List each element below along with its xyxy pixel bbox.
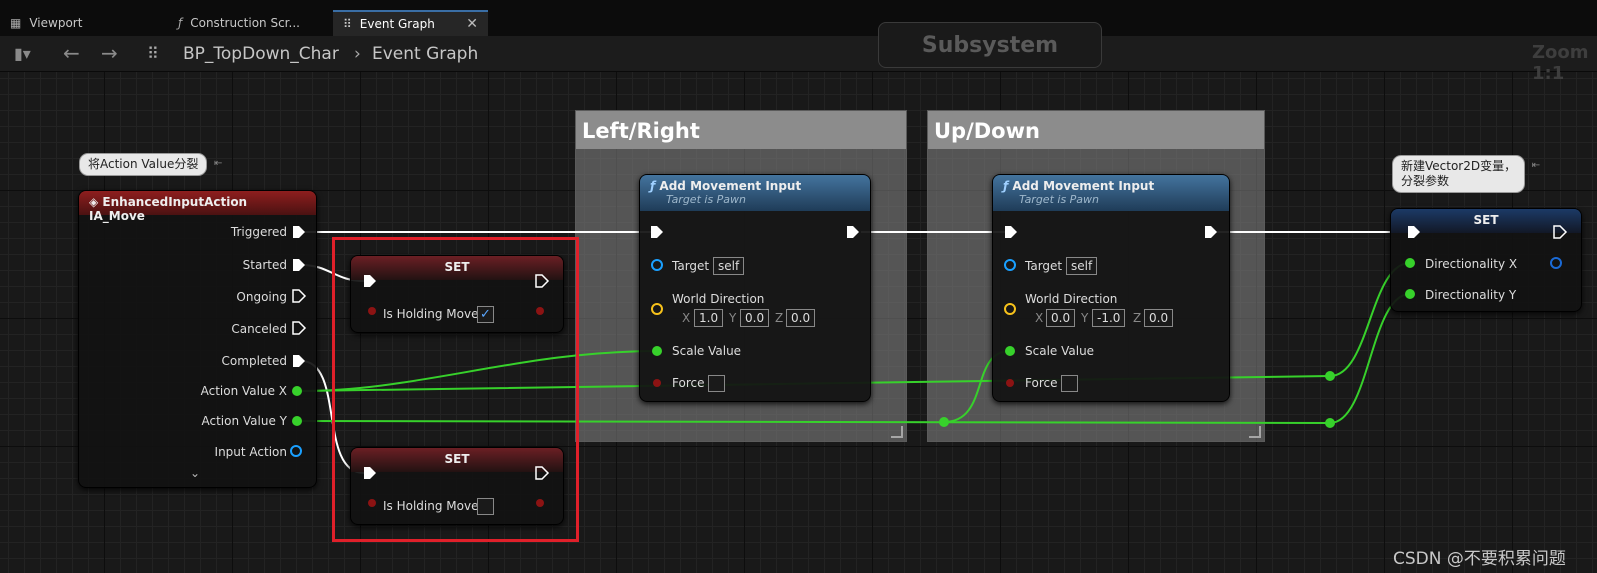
exec-pin[interactable] xyxy=(364,275,376,287)
exec-pin[interactable] xyxy=(292,321,307,335)
exec-pin[interactable] xyxy=(293,355,305,367)
bool-pin[interactable] xyxy=(368,307,376,315)
struct-pin[interactable] xyxy=(1550,257,1562,269)
exec-pin[interactable] xyxy=(535,466,550,480)
object-pin[interactable] xyxy=(651,259,663,271)
exec-pin[interactable] xyxy=(293,259,305,271)
exec-pin[interactable] xyxy=(1553,225,1568,239)
float-pin[interactable] xyxy=(292,416,302,426)
exec-pin[interactable] xyxy=(1005,226,1017,238)
exec-pin[interactable] xyxy=(292,289,307,303)
vector-pin[interactable] xyxy=(651,303,663,315)
object-pin[interactable] xyxy=(290,445,302,457)
bool-pin[interactable] xyxy=(1006,379,1014,387)
pin-layer xyxy=(290,225,1568,507)
bool-pin[interactable] xyxy=(536,307,544,315)
vector-pin[interactable] xyxy=(1004,303,1016,315)
float-pin[interactable] xyxy=(652,346,662,356)
exec-pin[interactable] xyxy=(847,226,859,238)
exec-pin[interactable] xyxy=(651,226,663,238)
bool-pin[interactable] xyxy=(368,499,376,507)
exec-pin[interactable] xyxy=(1205,226,1217,238)
exec-pin[interactable] xyxy=(364,467,376,479)
object-pin[interactable] xyxy=(1004,259,1016,271)
float-pin[interactable] xyxy=(292,386,302,396)
blueprint-editor: ▦ Viewport ƒ Construction Scr... ⠿ Event… xyxy=(0,0,1597,573)
float-pin[interactable] xyxy=(1005,346,1015,356)
float-pin[interactable] xyxy=(1405,289,1415,299)
bool-pin[interactable] xyxy=(536,499,544,507)
exec-pin[interactable] xyxy=(1408,226,1420,238)
bool-pin[interactable] xyxy=(653,379,661,387)
float-pin[interactable] xyxy=(1405,258,1415,268)
exec-pin[interactable] xyxy=(535,274,550,288)
watermark: CSDN @不要积累问题 xyxy=(1393,549,1566,569)
exec-pin[interactable] xyxy=(293,226,305,238)
